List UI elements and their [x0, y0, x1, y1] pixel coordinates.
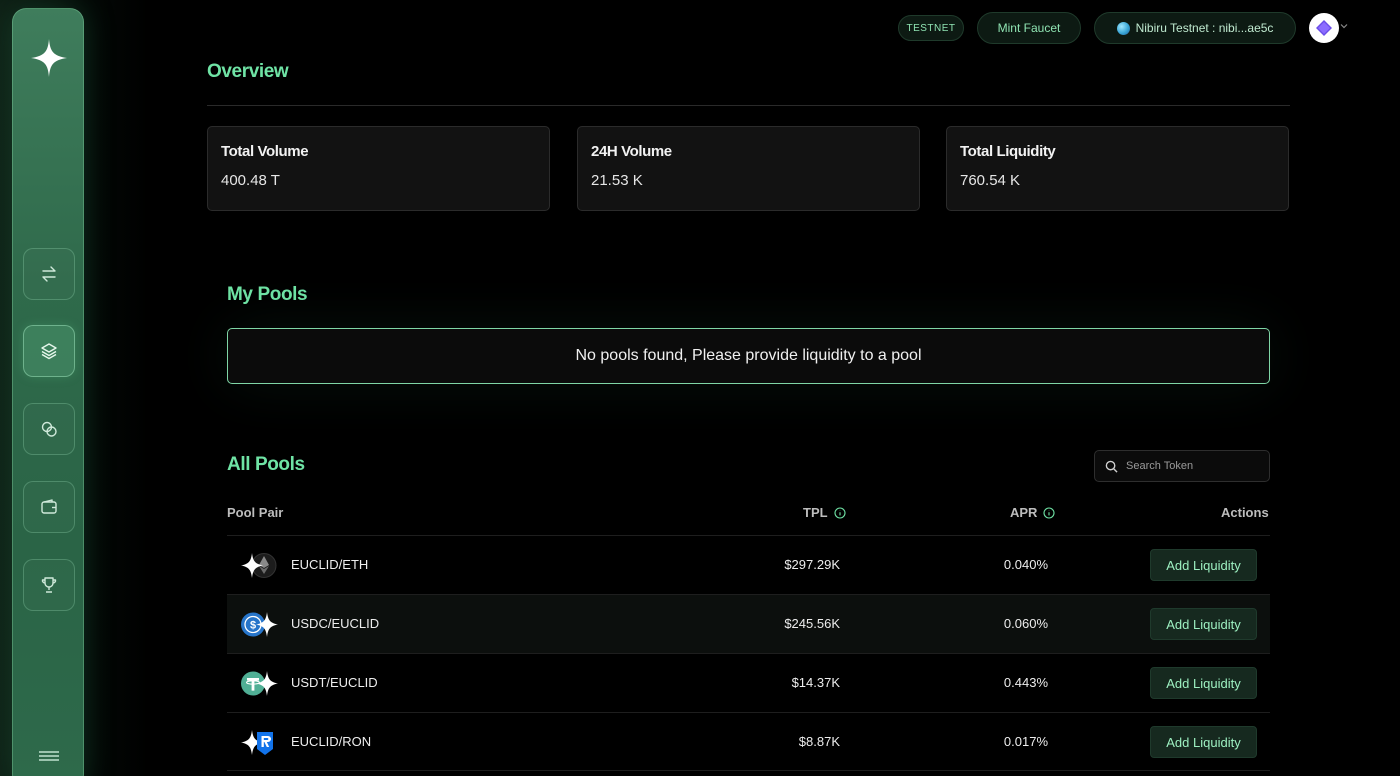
euclid-logo-icon[interactable] [31, 39, 67, 77]
table-row: EUCLID/RON $8.87K 0.017% Add Liquidity [227, 712, 1270, 771]
stat-label: Total Liquidity [960, 143, 1056, 160]
column-label: Pool Pair [227, 505, 284, 520]
add-liquidity-button[interactable]: Add Liquidity [1150, 726, 1257, 758]
pool-apr: 0.017% [1003, 734, 1048, 749]
info-icon[interactable] [834, 506, 846, 519]
pool-tpl: $297.29K [784, 557, 840, 572]
column-header-apr: APR [1010, 505, 1056, 520]
info-icon[interactable] [1043, 506, 1056, 519]
sidebar-item-wallet[interactable] [23, 481, 75, 533]
pool-pair: USDT/EUCLID [291, 675, 378, 690]
search-icon [1105, 460, 1118, 473]
overview-title: Overview [207, 61, 289, 82]
pool-apr: 0.060% [1003, 616, 1048, 631]
mint-faucet-button[interactable]: Mint Faucet [977, 12, 1081, 44]
swap-arrows-icon [42, 266, 56, 282]
chevron-down-icon[interactable] [1340, 22, 1348, 30]
pool-apr: 0.443% [1003, 675, 1048, 690]
stat-card-total-liquidity: Total Liquidity 760.54 K [946, 126, 1289, 211]
network-badge: TESTNET [898, 15, 964, 41]
app-page: TESTNET Mint Faucet Nibiru Testnet : nib… [0, 0, 1400, 776]
stat-label: Total Volume [221, 143, 309, 160]
add-liquidity-button[interactable]: Add Liquidity [1150, 549, 1257, 581]
my-pools-title: My Pools [227, 284, 308, 305]
sidebar-item-tokens[interactable] [23, 403, 75, 455]
column-label: Actions [1221, 505, 1269, 520]
search-input[interactable] [1126, 460, 1256, 472]
pool-pair: EUCLID/ETH [291, 557, 369, 572]
sidebar-item-rewards[interactable] [23, 559, 75, 611]
usdt-euclid-icon [241, 671, 278, 696]
overview-divider [207, 105, 1290, 106]
pool-pair: USDC/EUCLID [291, 616, 380, 631]
column-header-actions: Actions [1221, 505, 1269, 520]
euclid-ron-icon [241, 730, 273, 755]
pool-pair: EUCLID/RON [291, 734, 372, 749]
table-row: $ USDC/EUCLID $245.56K 0.060% Add Liquid… [227, 594, 1270, 653]
layers-icon [41, 343, 57, 360]
column-label: TPL [803, 505, 828, 520]
sidebar-item-pools[interactable] [23, 325, 75, 377]
all-pools-title: All Pools [227, 454, 305, 475]
wallet-icon [41, 499, 57, 514]
add-liquidity-button[interactable]: Add Liquidity [1150, 667, 1257, 699]
column-label: APR [1010, 505, 1038, 520]
pool-tpl: $8.87K [798, 734, 840, 749]
stat-value: 760.54 K [960, 172, 1021, 189]
column-header-pool-pair: Pool Pair [227, 505, 283, 520]
pool-apr: 0.040% [1003, 557, 1048, 572]
wallet-label: Nibiru Testnet : nibi...ae5c [1135, 21, 1274, 35]
stat-card-24h-volume: 24H Volume 21.53 K [577, 126, 920, 211]
stat-value: 21.53 K [591, 172, 643, 189]
table-row: USDT/EUCLID $14.37K 0.443% Add Liquidity [227, 653, 1270, 712]
pool-tpl: $14.37K [791, 675, 840, 690]
my-pools-empty-state: No pools found, Please provide liquidity… [227, 328, 1270, 384]
empty-message: No pools found, Please provide liquidity… [575, 347, 922, 364]
wallet-button[interactable]: Nibiru Testnet : nibi...ae5c [1094, 12, 1296, 44]
coins-icon [41, 421, 57, 437]
add-liquidity-button[interactable]: Add Liquidity [1150, 608, 1257, 640]
menu-icon[interactable] [39, 749, 59, 763]
svg-text:$: $ [250, 620, 256, 632]
stat-value: 400.48 T [221, 172, 280, 189]
diamond-icon [1316, 20, 1332, 36]
sidebar [12, 8, 84, 776]
euclid-eth-icon [241, 553, 277, 578]
column-header-tpl: TPL [803, 505, 846, 520]
search-field[interactable] [1094, 450, 1270, 482]
trophy-icon [41, 577, 57, 593]
usdc-euclid-icon: $ [241, 612, 278, 637]
avatar[interactable] [1309, 13, 1339, 43]
stat-label: 24H Volume [591, 143, 672, 160]
pool-tpl: $245.56K [784, 616, 840, 631]
table-row: EUCLID/ETH $297.29K 0.040% Add Liquidity [227, 535, 1270, 594]
sidebar-item-swap[interactable] [23, 248, 75, 300]
stat-card-total-volume: Total Volume 400.48 T [207, 126, 550, 211]
nibiru-icon [1116, 21, 1130, 35]
